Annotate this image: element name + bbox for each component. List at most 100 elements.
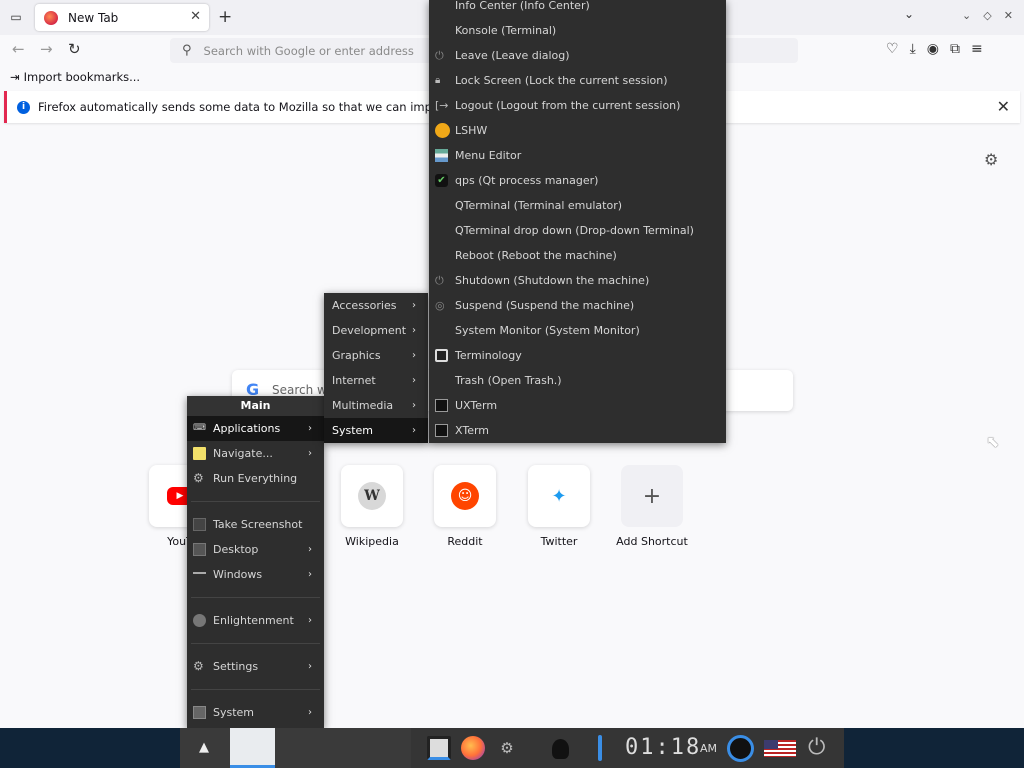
shelf: ▲ ⚙ 01:18 AM ⏻	[0, 728, 1024, 768]
firefox-launcher-icon[interactable]	[461, 736, 485, 760]
reload-icon[interactable]: ↻	[68, 40, 81, 58]
mixer-gadget-icon[interactable]	[552, 739, 569, 759]
chevron-right-icon: ›	[308, 661, 312, 672]
files-launcher-icon[interactable]: ⚙	[495, 736, 519, 760]
chevron-right-icon: ›	[308, 707, 312, 718]
menu-item-label: Terminology	[455, 349, 522, 362]
menu-item-multimedia[interactable]: Multimedia ›	[324, 393, 428, 418]
menu-icon[interactable]: ≡	[971, 41, 983, 57]
terminology-launcher-icon[interactable]	[427, 736, 451, 760]
account-icon[interactable]: ◉	[927, 41, 939, 57]
menu-item-take-screenshot[interactable]: Take Screenshot	[187, 512, 324, 537]
tab-list-icon[interactable]: ▭	[6, 8, 26, 26]
menu-item-label: System	[332, 424, 374, 437]
menu-item-system-category[interactable]: System ›	[324, 418, 428, 443]
menu-item-enlightenment[interactable]: Enlightenment ›	[187, 608, 324, 633]
maximize-icon[interactable]: ◇	[983, 9, 991, 22]
close-notification-icon[interactable]: ✕	[997, 97, 1010, 116]
menu-item-system[interactable]: System ›	[187, 700, 324, 725]
info-icon: i	[17, 100, 30, 114]
us-flag-icon[interactable]	[764, 740, 796, 757]
menu-item-menu-editor[interactable]: Menu Editor	[429, 143, 726, 168]
chevron-right-icon: ›	[412, 325, 416, 336]
close-window-icon[interactable]: ✕	[1004, 9, 1013, 22]
tab-new-tab[interactable]: New Tab ✕	[35, 4, 209, 31]
connman-gadget-icon[interactable]	[727, 735, 754, 762]
extensions-icon[interactable]: ⧉	[950, 41, 960, 57]
menu-item-label: Logout (Logout from the current session)	[455, 99, 681, 112]
menu-item-uxterm[interactable]: UXTerm	[429, 393, 726, 418]
power-button-icon[interactable]: ⏻	[808, 736, 832, 760]
close-tab-icon[interactable]: ✕	[190, 9, 201, 24]
toolbar-icons: ♡ ⤓ ◉ ⧉ ≡	[886, 41, 983, 57]
menu-item-graphics[interactable]: Graphics ›	[324, 343, 428, 368]
menu-item-xterm[interactable]: XTerm	[429, 418, 726, 443]
main-menu-title: Main	[187, 396, 324, 416]
menu-item-logout[interactable]: [→ Logout (Logout from the current sessi…	[429, 93, 726, 118]
twitter-icon: ✦	[545, 482, 573, 510]
menu-item-reboot[interactable]: Reboot (Reboot the machine)	[429, 243, 726, 268]
menu-item-lshw[interactable]: LSHW	[429, 118, 726, 143]
enlightenment-icon	[193, 614, 206, 627]
menu-item-settings[interactable]: ⚙ Settings ›	[187, 654, 324, 679]
shortcut-twitter[interactable]: ✦ Twitter	[519, 465, 599, 548]
shortcut-wikipedia[interactable]: W Wikipedia	[332, 465, 412, 548]
menu-item-label: Take Screenshot	[213, 518, 303, 531]
pocket-icon[interactable]: ♡	[886, 41, 899, 57]
menu-item-desktop[interactable]: Desktop ›	[187, 537, 324, 562]
import-bookmarks-button[interactable]: ⇥ Import bookmarks...	[10, 70, 140, 84]
menu-item-label: Multimedia	[332, 399, 394, 412]
shortcut-label: Wikipedia	[345, 535, 399, 548]
menu-item-accessories[interactable]: Accessories ›	[324, 293, 428, 318]
menu-item-label: Info Center (Info Center)	[455, 0, 590, 12]
start-menu-button[interactable]: ▲	[199, 740, 209, 755]
forward-icon[interactable]: →	[40, 40, 53, 58]
menu-item-label: System	[213, 706, 255, 719]
menu-item-label: QTerminal drop down (Drop-down Terminal)	[455, 224, 694, 237]
menu-item-label: Run Everything	[213, 472, 298, 485]
shortcut-tile: ✦	[528, 465, 590, 527]
chevron-right-icon: ›	[412, 375, 416, 386]
shortcut-add[interactable]: + Add Shortcut	[612, 465, 692, 548]
menu-item-windows[interactable]: Windows ›	[187, 562, 324, 587]
menu-item-development[interactable]: Development ›	[324, 318, 428, 343]
shortcut-tile: W	[341, 465, 403, 527]
applications-icon: ⌨	[193, 423, 206, 433]
menu-item-suspend[interactable]: ◎ Suspend (Suspend the machine)	[429, 293, 726, 318]
menu-item-konsole[interactable]: Konsole (Terminal)	[429, 18, 726, 43]
battery-gadget-icon[interactable]	[598, 735, 602, 761]
menu-item-qterminal[interactable]: QTerminal (Terminal emulator)	[429, 193, 726, 218]
menu-item-label: Suspend (Suspend the machine)	[455, 299, 635, 312]
menu-item-info-center[interactable]: Info Center (Info Center)	[429, 0, 726, 18]
back-icon[interactable]: ←	[12, 40, 25, 58]
menu-item-navigate[interactable]: Navigate... ›	[187, 441, 324, 466]
menu-item-qterminal-dropdown[interactable]: QTerminal drop down (Drop-down Terminal)	[429, 218, 726, 243]
menu-item-run-everything[interactable]: ⚙ Run Everything	[187, 466, 324, 491]
chevron-right-icon: ›	[412, 350, 416, 361]
menu-item-shutdown[interactable]: ⏻ Shutdown (Shutdown the machine)	[429, 268, 726, 293]
menu-item-internet[interactable]: Internet ›	[324, 368, 428, 393]
clock-time[interactable]: 01:18	[625, 735, 701, 760]
menu-item-label: Shutdown (Shutdown the machine)	[455, 274, 650, 287]
shortcut-tile: ☺	[434, 465, 496, 527]
minimize-icon[interactable]: ⌄	[962, 9, 971, 22]
newtab-search-label: Search w	[272, 383, 327, 397]
menu-item-system-monitor[interactable]: System Monitor (System Monitor)	[429, 318, 726, 343]
pager-desktop-thumbnail[interactable]	[230, 728, 275, 768]
new-tab-button[interactable]: +	[218, 7, 232, 27]
mouse-cursor-icon: ⬉	[986, 432, 1000, 451]
downloads-icon[interactable]: ⤓	[910, 41, 916, 57]
newtab-settings-gear-icon[interactable]: ⚙	[984, 150, 998, 169]
menu-item-label: LSHW	[455, 124, 488, 137]
menu-item-applications[interactable]: ⌨ Applications ›	[187, 416, 324, 441]
menu-item-qps[interactable]: ✔ qps (Qt process manager)	[429, 168, 726, 193]
menu-item-lock-screen[interactable]: 🔒︎ Lock Screen (Lock the current session…	[429, 68, 726, 93]
menu-item-leave[interactable]: ⏻ Leave (Leave dialog)	[429, 43, 726, 68]
menu-item-trash[interactable]: Trash (Open Trash.)	[429, 368, 726, 393]
shortcut-reddit[interactable]: ☺ Reddit	[425, 465, 505, 548]
list-all-tabs-icon[interactable]: ⌄	[904, 7, 914, 21]
wikipedia-icon: W	[358, 482, 386, 510]
menu-item-terminology[interactable]: Terminology	[429, 343, 726, 368]
menu-item-label: Accessories	[332, 299, 397, 312]
reddit-icon: ☺	[451, 482, 479, 510]
